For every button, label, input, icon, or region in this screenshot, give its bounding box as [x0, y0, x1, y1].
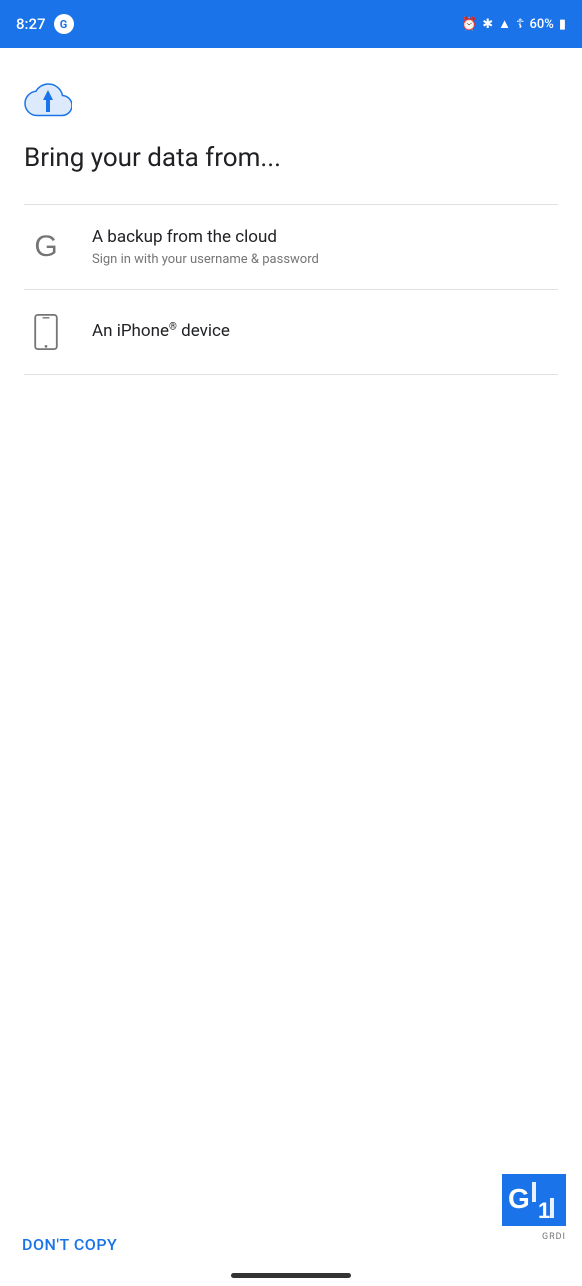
cloud-backup-item[interactable]: G A backup from the cloud Sign in with y…	[24, 205, 558, 289]
iphone-device-title: An iPhone® device	[92, 320, 558, 344]
page-title: Bring your data from...	[24, 142, 558, 176]
nav-bar	[231, 1273, 351, 1278]
iphone-device-text: An iPhone® device	[92, 320, 558, 344]
bottom-divider	[24, 374, 558, 375]
phone-icon-container	[24, 310, 68, 354]
alarm-icon: ⏰	[461, 17, 477, 32]
status-bar-right: ⏰ ✱ ▲ ☦ 60% ▮	[461, 16, 566, 32]
wifi-icon: ▲	[498, 16, 511, 32]
watermark-label: GRDI	[542, 1232, 566, 1242]
bluetooth-icon: ✱	[482, 17, 493, 32]
cloud-upload-icon	[24, 80, 72, 118]
cloud-backup-subtitle: Sign in with your username & password	[92, 252, 558, 267]
main-content: Bring your data from... G A backup from …	[0, 48, 582, 375]
watermark-svg: G 1	[502, 1174, 566, 1226]
cloud-backup-title: A backup from the cloud	[92, 226, 558, 250]
signal-icon: ☦	[516, 17, 524, 32]
iphone-device-item[interactable]: An iPhone® device	[24, 290, 558, 374]
status-bar: 8:27 G ⏰ ✱ ▲ ☦ 60% ▮	[0, 0, 582, 48]
status-time: 8:27	[16, 15, 46, 33]
watermark-box: G 1	[502, 1174, 566, 1226]
watermark: G 1 GRDI	[502, 1174, 566, 1226]
cloud-backup-text: A backup from the cloud Sign in with you…	[92, 226, 558, 267]
status-bar-left: 8:27 G	[16, 14, 74, 34]
phone-icon	[32, 314, 60, 350]
battery-icon: ▮	[559, 17, 566, 32]
svg-text:1: 1	[538, 1198, 550, 1223]
cloud-icon-container	[24, 80, 558, 122]
google-g-icon: G	[34, 230, 57, 264]
google-g-icon-container: G	[24, 225, 68, 269]
battery-indicator: 60%	[529, 17, 553, 32]
google-app-icon: G	[54, 14, 74, 34]
svg-text:G: G	[508, 1183, 530, 1214]
dont-copy-label: DON'T COPY	[22, 1235, 117, 1254]
